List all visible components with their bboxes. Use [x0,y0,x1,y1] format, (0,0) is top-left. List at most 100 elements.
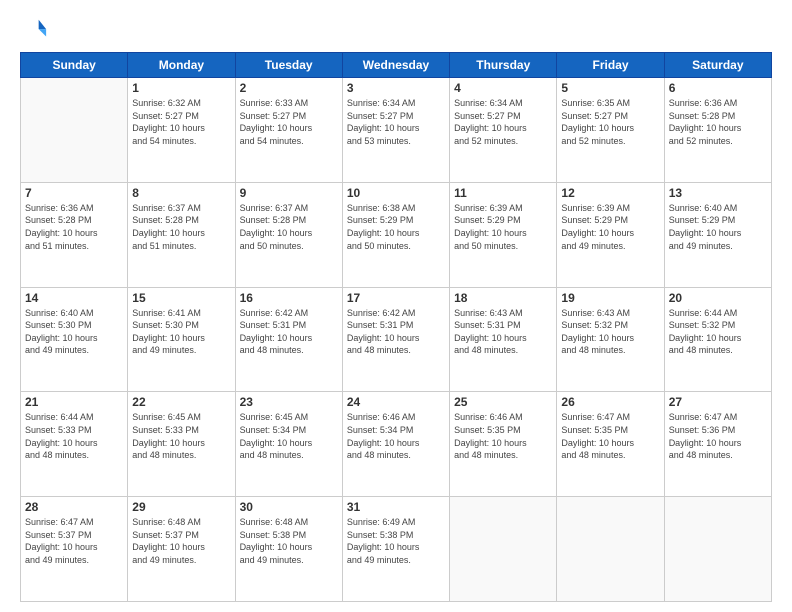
calendar-cell [664,497,771,602]
sun-info: Sunrise: 6:42 AM Sunset: 5:31 PM Dayligh… [347,307,445,357]
sun-info: Sunrise: 6:37 AM Sunset: 5:28 PM Dayligh… [132,202,230,252]
day-number: 24 [347,395,445,409]
week-row-3: 21Sunrise: 6:44 AM Sunset: 5:33 PM Dayli… [21,392,772,497]
weekday-monday: Monday [128,53,235,78]
calendar-cell: 14 Sunrise: 6:40 AM Sunset: 5:30 PM Dayli… [21,287,128,392]
sun-info: Sunrise: 6:43 AM Sunset: 5:32 PM Dayligh… [561,307,659,357]
calendar-cell: 16 Sunrise: 6:42 AM Sunset: 5:31 PM Dayli… [235,287,342,392]
calendar-cell: 8 Sunrise: 6:37 AM Sunset: 5:28 PM Daylig… [128,182,235,287]
calendar-cell: 18 Sunrise: 6:43 AM Sunset: 5:31 PM Dayli… [450,287,557,392]
calendar-cell: 29 Sunrise: 6:48 AM Sunset: 5:37 PM Dayli… [128,497,235,602]
day-number: 16 [240,291,338,305]
calendar-cell: 6 Sunrise: 6:36 AM Sunset: 5:28 PM Daylig… [664,78,771,183]
day-number: 22 [132,395,230,409]
sun-info: Sunrise: 6:41 AM Sunset: 5:30 PM Dayligh… [132,307,230,357]
calendar-cell: 31 Sunrise: 6:49 AM Sunset: 5:38 PM Dayli… [342,497,449,602]
sun-info: Sunrise: 6:33 AM Sunset: 5:27 PM Dayligh… [240,97,338,147]
sun-info: Sunrise: 6:47 AM Sunset: 5:37 PM Dayligh… [25,516,123,566]
sun-info: Sunrise: 6:39 AM Sunset: 5:29 PM Dayligh… [454,202,552,252]
sun-info: Sunrise: 6:36 AM Sunset: 5:28 PM Dayligh… [669,97,767,147]
calendar-cell: 10 Sunrise: 6:38 AM Sunset: 5:29 PM Dayli… [342,182,449,287]
sun-info: Sunrise: 6:39 AM Sunset: 5:29 PM Dayligh… [561,202,659,252]
sun-info: Sunrise: 6:40 AM Sunset: 5:30 PM Dayligh… [25,307,123,357]
sun-info: Sunrise: 6:47 AM Sunset: 5:36 PM Dayligh… [669,411,767,461]
day-number: 21 [25,395,123,409]
day-number: 4 [454,81,552,95]
weekday-wednesday: Wednesday [342,53,449,78]
day-number: 28 [25,500,123,514]
sun-info: Sunrise: 6:37 AM Sunset: 5:28 PM Dayligh… [240,202,338,252]
day-number: 3 [347,81,445,95]
day-number: 31 [347,500,445,514]
calendar-cell: 15 Sunrise: 6:41 AM Sunset: 5:30 PM Dayli… [128,287,235,392]
calendar-cell: 25Sunrise: 6:46 AM Sunset: 5:35 PM Dayli… [450,392,557,497]
calendar-cell: 11 Sunrise: 6:39 AM Sunset: 5:29 PM Dayli… [450,182,557,287]
calendar-cell: 26Sunrise: 6:47 AM Sunset: 5:35 PM Dayli… [557,392,664,497]
page: SundayMondayTuesdayWednesdayThursdayFrid… [0,0,792,612]
day-number: 20 [669,291,767,305]
day-number: 9 [240,186,338,200]
day-number: 15 [132,291,230,305]
sun-info: Sunrise: 6:45 AM Sunset: 5:33 PM Dayligh… [132,411,230,461]
sun-info: Sunrise: 6:42 AM Sunset: 5:31 PM Dayligh… [240,307,338,357]
calendar-cell: 1 Sunrise: 6:32 AM Sunset: 5:27 PM Daylig… [128,78,235,183]
calendar-cell: 12 Sunrise: 6:39 AM Sunset: 5:29 PM Dayli… [557,182,664,287]
calendar-cell: 2 Sunrise: 6:33 AM Sunset: 5:27 PM Daylig… [235,78,342,183]
day-number: 14 [25,291,123,305]
sun-info: Sunrise: 6:48 AM Sunset: 5:38 PM Dayligh… [240,516,338,566]
sun-info: Sunrise: 6:34 AM Sunset: 5:27 PM Dayligh… [454,97,552,147]
sun-info: Sunrise: 6:45 AM Sunset: 5:34 PM Dayligh… [240,411,338,461]
calendar-cell: 28 Sunrise: 6:47 AM Sunset: 5:37 PM Dayli… [21,497,128,602]
sun-info: Sunrise: 6:35 AM Sunset: 5:27 PM Dayligh… [561,97,659,147]
weekday-friday: Friday [557,53,664,78]
calendar-cell: 17Sunrise: 6:42 AM Sunset: 5:31 PM Dayli… [342,287,449,392]
calendar-cell: 30 Sunrise: 6:48 AM Sunset: 5:38 PM Dayli… [235,497,342,602]
calendar-cell: 3 Sunrise: 6:34 AM Sunset: 5:27 PM Daylig… [342,78,449,183]
calendar-cell: 7Sunrise: 6:36 AM Sunset: 5:28 PM Daylig… [21,182,128,287]
week-row-2: 14 Sunrise: 6:40 AM Sunset: 5:30 PM Dayli… [21,287,772,392]
day-number: 12 [561,186,659,200]
logo [20,16,52,44]
day-number: 23 [240,395,338,409]
sun-info: Sunrise: 6:46 AM Sunset: 5:34 PM Dayligh… [347,411,445,461]
weekday-header-row: SundayMondayTuesdayWednesdayThursdayFrid… [21,53,772,78]
calendar-cell: 9 Sunrise: 6:37 AM Sunset: 5:28 PM Daylig… [235,182,342,287]
sun-info: Sunrise: 6:36 AM Sunset: 5:28 PM Dayligh… [25,202,123,252]
calendar-cell: 21Sunrise: 6:44 AM Sunset: 5:33 PM Dayli… [21,392,128,497]
calendar-cell: 20Sunrise: 6:44 AM Sunset: 5:32 PM Dayli… [664,287,771,392]
day-number: 26 [561,395,659,409]
day-number: 30 [240,500,338,514]
calendar-cell: 13 Sunrise: 6:40 AM Sunset: 5:29 PM Dayli… [664,182,771,287]
day-number: 11 [454,186,552,200]
day-number: 2 [240,81,338,95]
day-number: 13 [669,186,767,200]
day-number: 29 [132,500,230,514]
sun-info: Sunrise: 6:43 AM Sunset: 5:31 PM Dayligh… [454,307,552,357]
sun-info: Sunrise: 6:48 AM Sunset: 5:37 PM Dayligh… [132,516,230,566]
calendar-cell [21,78,128,183]
week-row-4: 28 Sunrise: 6:47 AM Sunset: 5:37 PM Dayli… [21,497,772,602]
calendar-cell [450,497,557,602]
sun-info: Sunrise: 6:32 AM Sunset: 5:27 PM Dayligh… [132,97,230,147]
day-number: 1 [132,81,230,95]
sun-info: Sunrise: 6:34 AM Sunset: 5:27 PM Dayligh… [347,97,445,147]
day-number: 5 [561,81,659,95]
sun-info: Sunrise: 6:38 AM Sunset: 5:29 PM Dayligh… [347,202,445,252]
weekday-tuesday: Tuesday [235,53,342,78]
day-number: 6 [669,81,767,95]
calendar-cell: 24 Sunrise: 6:46 AM Sunset: 5:34 PM Dayli… [342,392,449,497]
day-number: 8 [132,186,230,200]
calendar-cell: 23 Sunrise: 6:45 AM Sunset: 5:34 PM Dayli… [235,392,342,497]
day-number: 18 [454,291,552,305]
day-number: 25 [454,395,552,409]
sun-info: Sunrise: 6:49 AM Sunset: 5:38 PM Dayligh… [347,516,445,566]
week-row-0: 1 Sunrise: 6:32 AM Sunset: 5:27 PM Daylig… [21,78,772,183]
calendar-cell: 22 Sunrise: 6:45 AM Sunset: 5:33 PM Dayli… [128,392,235,497]
day-number: 10 [347,186,445,200]
weekday-sunday: Sunday [21,53,128,78]
calendar-cell [557,497,664,602]
day-number: 19 [561,291,659,305]
week-row-1: 7Sunrise: 6:36 AM Sunset: 5:28 PM Daylig… [21,182,772,287]
calendar: SundayMondayTuesdayWednesdayThursdayFrid… [20,52,772,602]
sun-info: Sunrise: 6:40 AM Sunset: 5:29 PM Dayligh… [669,202,767,252]
